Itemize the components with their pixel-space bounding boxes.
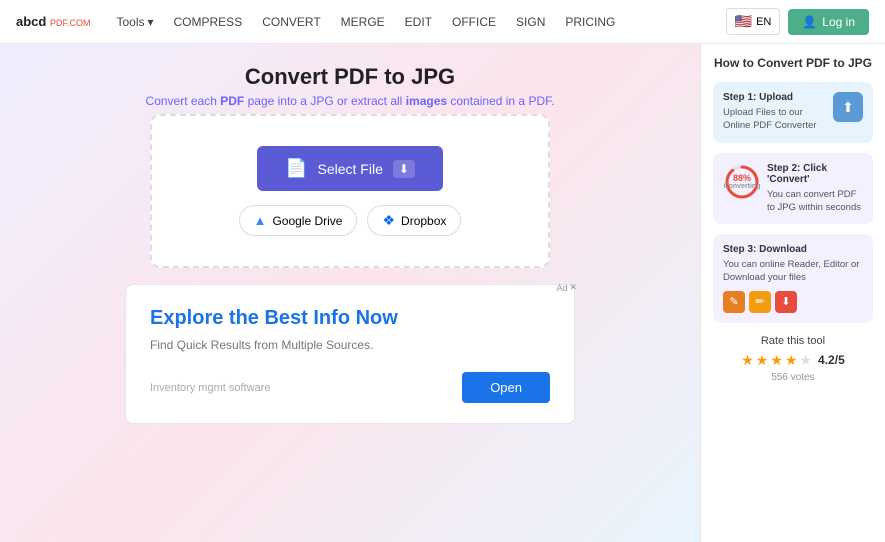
nav-office[interactable]: OFFICE (444, 9, 504, 35)
reader-icon[interactable]: ✎ (723, 291, 745, 313)
progress-circle: 88% Converting (723, 163, 761, 201)
ad-close-icon[interactable]: ✕ (569, 282, 577, 293)
download-step-icon[interactable]: ⬇ (775, 291, 797, 313)
rating-section: Rate this tool ★ ★ ★ ★ ★ 4.2/5 556 votes (713, 335, 873, 383)
ad-title: Explore the Best Info Now (150, 307, 550, 330)
sidebar: How to Convert PDF to JPG Step 1: Upload… (700, 44, 885, 542)
step3-desc: You can online Reader, Editor or Downloa… (723, 258, 863, 285)
step3-label: Step 3: Download (723, 244, 863, 255)
nav-right: 🇺🇸 EN 👤 Log in (726, 8, 869, 35)
star-4: ★ (785, 352, 798, 369)
ad-box: Explore the Best Info Now Find Quick Res… (125, 284, 575, 424)
user-icon: 👤 (802, 15, 817, 29)
dropbox-button[interactable]: ❖ Dropbox (367, 205, 461, 236)
chevron-down-icon: ▾ (147, 15, 153, 29)
step1-desc: Upload Files to our Online PDF Converter (723, 106, 827, 133)
content-area: Convert PDF to JPG Convert each PDF page… (0, 44, 700, 542)
tools-menu[interactable]: Tools ▾ (108, 9, 161, 35)
ad-open-button[interactable]: Open (462, 372, 550, 403)
star-1: ★ (741, 352, 754, 369)
nav-edit[interactable]: EDIT (397, 9, 440, 35)
ad-subtitle: Find Quick Results from Multiple Sources… (150, 338, 550, 352)
logo-abcd-text: abcd (16, 14, 46, 29)
ad-query: Inventory mgmt software (150, 382, 270, 394)
select-file-button[interactable]: 📄 Select File ⬇ (257, 146, 443, 191)
editor-icon[interactable]: ✏ (749, 291, 771, 313)
google-drive-button[interactable]: ▲ Google Drive (239, 205, 358, 236)
step3-icons: ✎ ✏ ⬇ (723, 291, 863, 313)
step2-card: 88% Converting Step 2: Click 'Convert' Y… (713, 153, 873, 225)
step3-card: Step 3: Download You can online Reader, … (713, 234, 873, 323)
star-rating[interactable]: ★ ★ ★ ★ ★ 4.2/5 (713, 352, 873, 369)
step1-card: Step 1: Upload Upload Files to our Onlin… (713, 82, 873, 143)
upload-box: 📄 Select File ⬇ ▲ Google Drive ❖ Dropbox (150, 114, 550, 268)
nav-convert[interactable]: CONVERT (254, 9, 328, 35)
nav-merge[interactable]: MERGE (333, 9, 393, 35)
nav-sign[interactable]: SIGN (508, 9, 553, 35)
rating-label: Rate this tool (713, 335, 873, 347)
upload-step-icon: ⬆ (833, 92, 863, 122)
ad-badge: Ad ✕ (556, 282, 577, 293)
cloud-buttons: ▲ Google Drive ❖ Dropbox (239, 205, 462, 236)
dropbox-icon: ❖ (382, 212, 395, 229)
page-subtitle: Convert each PDF page into a JPG or extr… (20, 94, 680, 108)
google-drive-icon: ▲ (254, 213, 267, 228)
upload-icon: ⬇ (393, 160, 415, 178)
language-button[interactable]: 🇺🇸 EN (726, 8, 781, 35)
rating-votes: 556 votes (713, 372, 873, 383)
logo[interactable]: abcd PDF.COM (16, 14, 90, 29)
nav-items: Tools ▾ COMPRESS CONVERT MERGE EDIT OFFI… (108, 9, 725, 35)
star-2: ★ (756, 352, 769, 369)
rating-score: 4.2/5 (818, 353, 845, 367)
nav-pricing[interactable]: PRICING (557, 9, 623, 35)
logo-pdf-text: PDF.COM (50, 18, 91, 28)
ad-container: Ad ✕ Explore the Best Info Now Find Quic… (125, 284, 575, 424)
step2-label: Step 2: Click 'Convert' (767, 163, 863, 185)
flag-icon: 🇺🇸 (735, 13, 752, 30)
page-title-section: Convert PDF to JPG Convert each PDF page… (20, 64, 680, 108)
page-title: Convert PDF to JPG (20, 64, 680, 90)
file-icon: 📄 (285, 158, 307, 179)
step1-label: Step 1: Upload (723, 92, 827, 103)
progress-value: 88% Converting (724, 174, 761, 190)
sidebar-title: How to Convert PDF to JPG (713, 56, 873, 70)
step2-desc: You can convert PDF to JPG within second… (767, 188, 863, 215)
nav-compress[interactable]: COMPRESS (166, 9, 251, 35)
star-5-half: ★ (799, 352, 812, 369)
star-3: ★ (770, 352, 783, 369)
navbar: abcd PDF.COM Tools ▾ COMPRESS CONVERT ME… (0, 0, 885, 44)
login-button[interactable]: 👤 Log in (788, 9, 869, 35)
main-layout: Convert PDF to JPG Convert each PDF page… (0, 44, 885, 542)
ad-footer: Inventory mgmt software Open (150, 372, 550, 403)
